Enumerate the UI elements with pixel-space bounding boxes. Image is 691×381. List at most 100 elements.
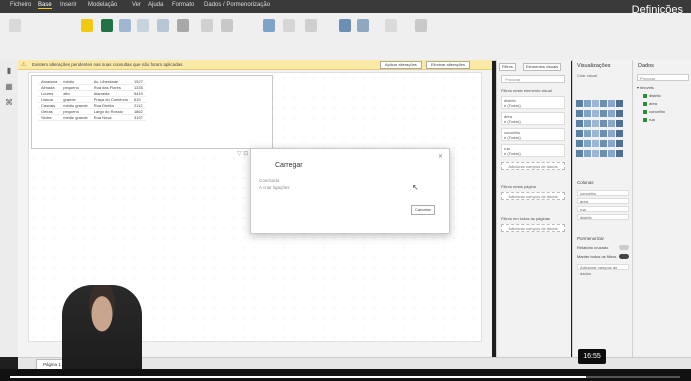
add-all-pages-filter-dropzone[interactable]: Adicionar campos de dados [501,224,565,232]
dataverse-button[interactable] [176,19,190,39]
hub-button[interactable] [118,19,132,39]
filter-card[interactable]: área é (Todos) [501,112,565,125]
visual-type-icon[interactable] [592,140,599,147]
transform-button[interactable] [200,19,214,39]
visual-type-icon[interactable] [584,110,591,117]
visual-type-icon[interactable] [608,110,615,117]
field-well-item[interactable]: distrito [577,214,629,220]
field-well-item[interactable]: rua [577,206,629,212]
table-node[interactable]: ▾ imoveis [637,84,665,92]
more-visuals-button[interactable] [304,19,318,39]
apply-changes-button[interactable]: Aplicar alterações [380,61,422,69]
filter-card-value: é (Todos) [504,103,521,108]
visual-type-icon[interactable] [576,120,583,127]
visual-type-icon[interactable] [616,140,623,147]
visual-type-icon[interactable] [608,140,615,147]
visual-type-icon[interactable] [592,110,599,117]
filter-card[interactable]: concelho é (Todos) [501,128,565,141]
visual-type-icon[interactable] [600,140,607,147]
discard-changes-button[interactable]: Eliminar alterações [426,61,471,69]
keep-filters-toggle[interactable] [619,254,629,259]
visual-type-icon[interactable] [600,120,607,127]
visual-type-icon[interactable] [584,140,591,147]
table-view-icon[interactable]: ▦ [4,82,14,91]
visual-type-icon[interactable] [600,150,607,157]
visual-type-icon[interactable] [616,130,623,137]
add-visual-filter-dropzone[interactable]: Adicionar campos de dados [501,162,565,170]
tab-dados-pormenorizacao[interactable]: Dados / Pormenorização [204,2,270,8]
tab-inserir[interactable]: Inserir [60,2,77,8]
add-page-filter-dropzone[interactable]: Adicionar campos de dados [501,192,565,200]
visuals-tab[interactable]: Elementos visuais [523,63,562,71]
visual-type-icon[interactable] [600,110,607,117]
text-box-button[interactable] [282,19,296,39]
data-pane: Dados Procurar ▾ imoveis distrito área c… [632,60,691,357]
visual-type-icon[interactable] [576,100,583,107]
publish-button[interactable] [414,19,428,39]
video-timestamp: 16:55 [578,349,606,364]
visual-type-icon[interactable] [616,100,623,107]
field-node[interactable]: concelho [637,108,665,116]
visual-type-icon[interactable] [608,150,615,157]
visual-type-icon[interactable] [584,100,591,107]
visual-type-icon[interactable] [576,130,583,137]
visual-type-icon[interactable] [600,100,607,107]
visual-type-icon[interactable] [576,150,583,157]
visual-type-icon[interactable] [616,120,623,127]
visual-type-icon[interactable] [600,130,607,137]
paste-button[interactable] [8,19,22,39]
cancel-button[interactable]: Cancelar [411,205,435,215]
sensitivity-button[interactable] [384,19,398,39]
tab-ajuda[interactable]: Ajuda [148,2,163,8]
visual-type-icon[interactable] [608,120,615,127]
tab-ver[interactable]: Ver [132,2,141,8]
filter-card[interactable]: rua é (Todos) [501,144,565,157]
enter-data-button[interactable] [156,19,170,39]
field-well-item[interactable]: concelho [577,190,629,196]
visual-type-icon[interactable] [576,140,583,147]
filters-tab[interactable]: Filtros [499,63,516,71]
tab-modelacao[interactable]: Modelação [88,2,117,8]
field-node[interactable]: rua [637,116,665,124]
keep-filters-label: Manter todos os filtros [577,254,617,259]
visual-type-grid[interactable] [576,100,630,160]
video-progress-fill [10,376,587,378]
report-view-icon[interactable]: ▮ [4,66,14,75]
excel-button[interactable] [100,19,114,39]
visual-type-icon[interactable] [592,150,599,157]
data-search-input[interactable]: Procurar [637,74,689,81]
visual-type-icon[interactable] [616,150,623,157]
quick-measure-button[interactable] [356,19,370,39]
new-measure-button[interactable] [338,19,352,39]
field-node[interactable]: área [637,100,665,108]
field-node[interactable]: distrito [637,92,665,100]
add-drillthrough-field[interactable]: Adicionar campos de dados [577,264,629,276]
visual-type-icon[interactable] [592,100,599,107]
visual-type-icon[interactable] [608,130,615,137]
table-cell: médio grande [60,102,91,109]
field-well-item[interactable]: área [577,198,629,204]
model-view-icon[interactable]: ⌘ [4,98,14,107]
cross-report-toggle[interactable] [619,245,629,250]
tab-formato[interactable]: Formato [172,2,194,8]
sql-button[interactable] [136,19,150,39]
visual-type-icon[interactable] [584,120,591,127]
menu-bar: Ficheiro Base Inserir Modelação Ver Ajud… [0,0,691,16]
tab-base[interactable]: Base [38,2,52,9]
close-icon[interactable]: ✕ [438,153,443,160]
visual-type-icon[interactable] [592,120,599,127]
visual-type-icon[interactable] [584,150,591,157]
filters-search-input[interactable]: Procurar [501,75,565,83]
refresh-button[interactable] [220,19,234,39]
new-visual-button[interactable] [262,19,276,39]
visual-type-icon[interactable] [576,110,583,117]
tab-ficheiro[interactable]: Ficheiro [10,2,31,8]
get-data-button[interactable] [80,19,94,39]
filter-card[interactable]: distrito é (Todos) [501,96,565,109]
visual-type-icon[interactable] [592,130,599,137]
visual-type-icon[interactable] [584,130,591,137]
visual-type-icon[interactable] [608,100,615,107]
more-visuals-icon [305,19,317,32]
visual-type-icon[interactable] [616,110,623,117]
table-visual[interactable]: Amadora médio Av. Liberdade 1927 Almada peque… [31,75,273,149]
